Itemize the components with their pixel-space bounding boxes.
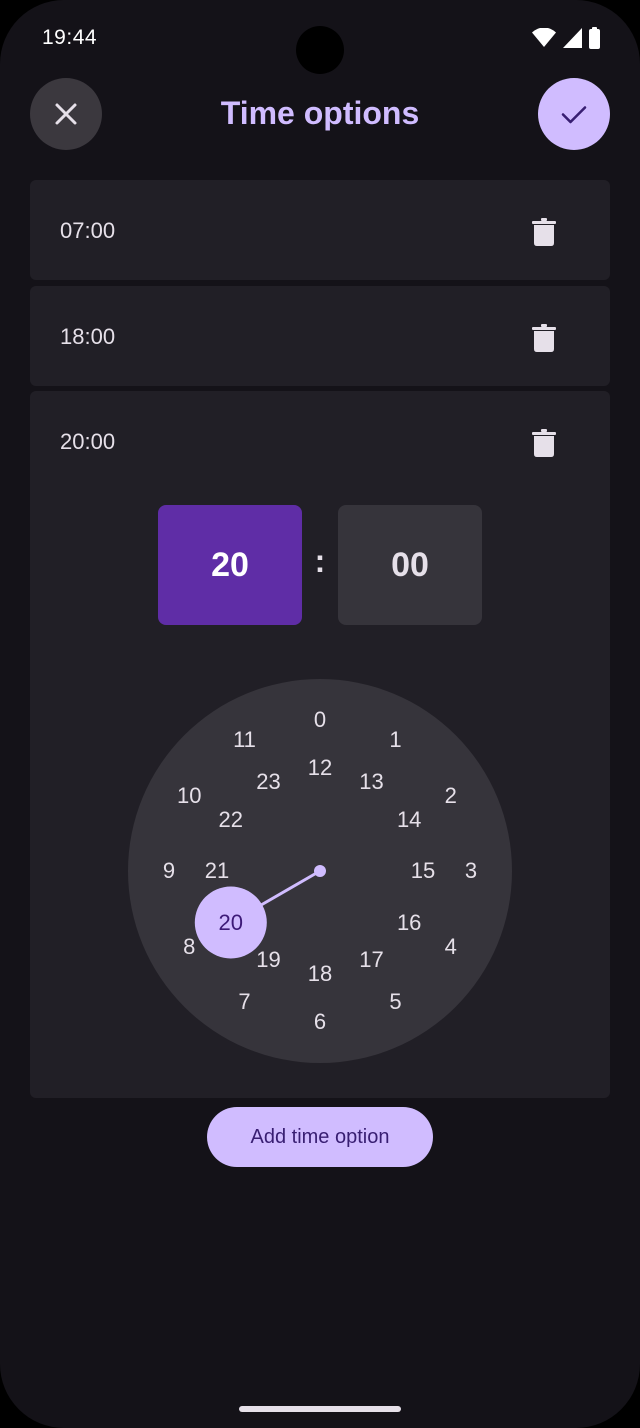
trash-icon — [532, 429, 556, 457]
clock-number-outer[interactable]: 9 — [149, 856, 189, 886]
hour-field[interactable]: 20 — [158, 505, 302, 625]
time-option-label: 20:00 — [60, 429, 116, 454]
home-indicator — [239, 1406, 401, 1412]
battery-icon — [589, 27, 600, 49]
check-icon — [561, 106, 587, 124]
status-time: 19:44 — [42, 26, 98, 49]
clock-number-outer[interactable]: 6 — [300, 1007, 340, 1037]
delete-time-option-button[interactable] — [524, 318, 564, 358]
clock-number-inner[interactable]: 20 — [211, 908, 251, 938]
clock-number-outer[interactable]: 2 — [431, 781, 471, 811]
clock-number-inner[interactable]: 18 — [300, 959, 340, 989]
clock-number-inner[interactable]: 21 — [197, 856, 237, 886]
clock-number-outer[interactable]: 8 — [169, 932, 209, 962]
clock-number-outer[interactable]: 4 — [431, 932, 471, 962]
clock-center-dot — [314, 865, 326, 877]
clock-number-inner[interactable]: 19 — [249, 945, 289, 975]
time-option-card-expanded: 20:00 20 : 00 0 1 2 3 4 5 6 7 8 9 10 11 12 13 14 15 16 17… — [30, 391, 610, 1098]
status-bar: 19:44 — [0, 0, 640, 78]
clock-hand — [258, 869, 322, 907]
clock-number-inner[interactable]: 13 — [352, 767, 392, 797]
clock-number-outer[interactable]: 1 — [376, 725, 416, 755]
time-option-card[interactable]: 07:00 — [30, 180, 610, 280]
trash-icon — [532, 218, 556, 246]
add-time-option-button[interactable]: Add time option — [207, 1107, 433, 1167]
time-option-label: 18:00 — [60, 324, 116, 349]
clock-number-outer[interactable]: 10 — [169, 781, 209, 811]
phone-screen: 19:44 Time options 07:00 18:00 20:00 20 … — [0, 0, 640, 1428]
delete-time-option-button[interactable] — [524, 212, 564, 252]
camera-cutout — [296, 26, 344, 74]
cellular-signal-icon — [563, 28, 582, 48]
clock-dial[interactable]: 0 1 2 3 4 5 6 7 8 9 10 11 12 13 14 15 16 17 18 19 20 21 22 23 — [128, 679, 512, 1063]
clock-number-inner[interactable]: 15 — [403, 856, 443, 886]
clock-number-outer[interactable]: 5 — [376, 987, 416, 1017]
top-app-bar: Time options — [0, 78, 640, 150]
delete-time-option-button[interactable] — [524, 423, 564, 463]
time-option-label: 07:00 — [60, 218, 116, 243]
confirm-button[interactable] — [538, 78, 610, 150]
clock-number-inner[interactable]: 23 — [249, 767, 289, 797]
clock-number-inner[interactable]: 12 — [300, 753, 340, 783]
time-option-row[interactable]: 07:00 — [30, 180, 610, 280]
time-option-card[interactable]: 18:00 — [30, 286, 610, 386]
clock-number-inner[interactable]: 16 — [389, 908, 429, 938]
wifi-icon — [532, 28, 556, 47]
clock-number-outer[interactable]: 7 — [225, 987, 265, 1017]
clock-number-inner[interactable]: 22 — [211, 805, 251, 835]
time-option-row[interactable]: 20:00 — [30, 391, 610, 491]
minute-field[interactable]: 00 — [338, 505, 482, 625]
clock-number-inner[interactable]: 14 — [389, 805, 429, 835]
time-separator: : — [314, 543, 326, 579]
clock-number-outer[interactable]: 11 — [225, 725, 265, 755]
clock-number-outer[interactable]: 0 — [300, 705, 340, 735]
clock-number-inner[interactable]: 17 — [352, 945, 392, 975]
trash-icon — [532, 324, 556, 352]
status-icons — [532, 27, 600, 49]
time-option-row[interactable]: 18:00 — [30, 286, 610, 386]
clock-number-outer[interactable]: 3 — [451, 856, 491, 886]
